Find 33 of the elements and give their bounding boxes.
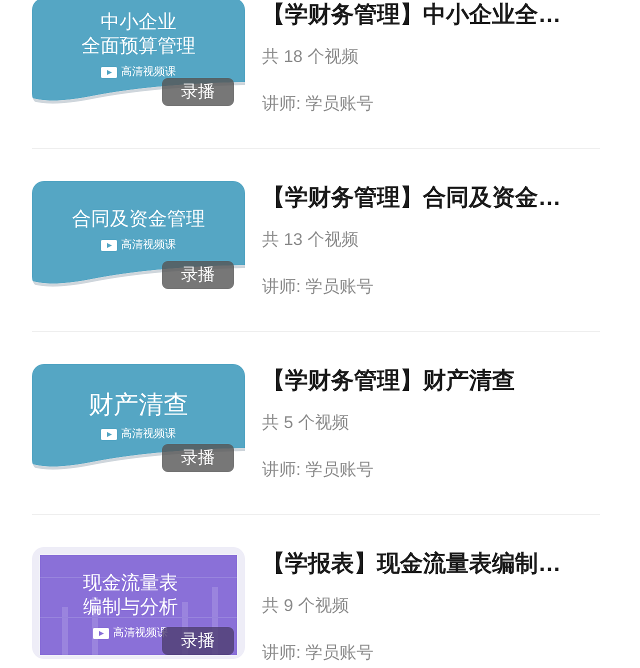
video-count: 共 13 个视频 [262, 229, 360, 251]
teacher-label: 讲师: 学员账号 [262, 459, 374, 481]
course-thumbnail[interactable]: 中小企业 全面预算管理 高清视频课 录播 [32, 0, 245, 106]
video-icon [101, 66, 117, 78]
thumbnail-title: 中小企业 [100, 10, 176, 34]
recorded-badge: 录播 [162, 444, 234, 472]
thumbnail-title: 全面预算管理 [82, 34, 196, 58]
video-count: 共 18 个视频 [262, 46, 360, 68]
thumbnail-caption: 高清视频课 [121, 426, 176, 442]
thumbnail-title: 现金流量表 [83, 571, 178, 595]
course-title[interactable]: 【学财务管理】财产清查 [262, 365, 515, 395]
thumbnail-title: 编制与分析 [83, 595, 178, 619]
video-icon [101, 428, 117, 440]
thumbnail-caption: 高清视频课 [113, 626, 168, 641]
recorded-badge: 录播 [162, 78, 234, 106]
recorded-badge: 录播 [162, 261, 234, 289]
thumbnail-title: 财产清查 [88, 390, 188, 420]
video-icon [93, 628, 109, 639]
course-thumbnail[interactable]: 现金流量表 编制与分析 高清视频课 录播 [32, 547, 245, 659]
video-icon [101, 240, 117, 251]
course-title[interactable]: 【学财务管理】合同及资金… [262, 182, 561, 212]
teacher-label: 讲师: 学员账号 [262, 276, 374, 298]
course-thumbnail[interactable]: 财产清查 高清视频课 录播 [32, 364, 245, 472]
teacher-label: 讲师: 学员账号 [262, 642, 374, 664]
video-count: 共 5 个视频 [262, 412, 350, 434]
teacher-label: 讲师: 学员账号 [262, 93, 374, 115]
course-thumbnail[interactable]: 合同及资金管理 高清视频课 录播 [32, 181, 245, 289]
thumbnail-caption: 高清视频课 [121, 64, 176, 80]
thumbnail-caption: 高清视频课 [121, 238, 176, 253]
course-title[interactable]: 【学财务管理】中小企业全… [262, 0, 561, 29]
video-count: 共 9 个视频 [262, 595, 350, 617]
thumbnail-title: 合同及资金管理 [72, 207, 205, 231]
course-title[interactable]: 【学报表】现金流量表编制… [262, 548, 561, 578]
